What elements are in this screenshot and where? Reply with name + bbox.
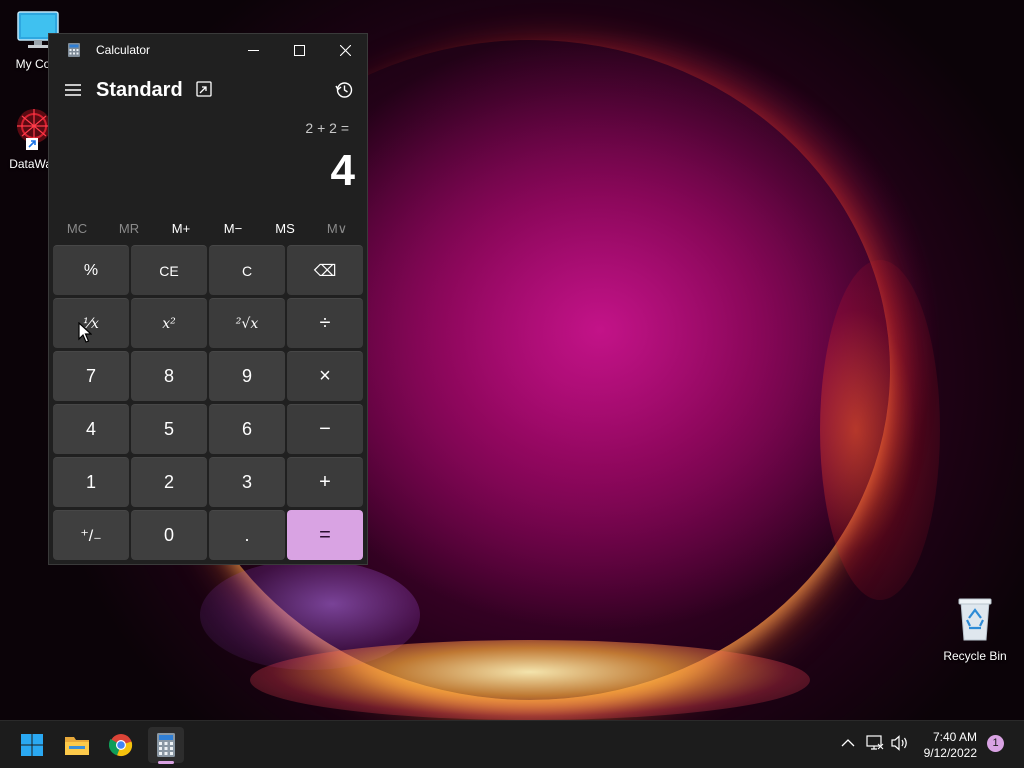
taskbar: 7:40 AM 9/12/2022 — [0, 720, 1024, 768]
negate-button[interactable]: ⁺/₋ — [53, 510, 129, 560]
digit-9-button[interactable]: 9 — [209, 351, 285, 401]
maximize-button[interactable] — [276, 34, 322, 66]
clear-button[interactable]: C — [209, 245, 285, 295]
wallpaper-glow-bottom — [250, 640, 810, 720]
title-bar[interactable]: Calculator — [49, 34, 367, 66]
add-button[interactable]: + — [287, 457, 363, 507]
memory-recall-button[interactable]: MR — [103, 221, 155, 236]
volume-icon[interactable] — [891, 735, 909, 751]
digit-5-button[interactable]: 5 — [131, 404, 207, 454]
close-button[interactable] — [322, 34, 368, 66]
square-button[interactable]: x² — [131, 298, 207, 348]
memory-row: MC MR M+ M− MS M∨ — [49, 217, 367, 241]
minimize-button[interactable] — [230, 34, 276, 66]
wallpaper-glow-right — [820, 260, 940, 600]
history-icon[interactable] — [334, 80, 354, 100]
close-icon — [339, 44, 351, 56]
memory-clear-button[interactable]: MC — [51, 221, 103, 236]
start-button[interactable] — [16, 729, 48, 761]
digit-6-button[interactable]: 6 — [209, 404, 285, 454]
window-title: Calculator — [96, 43, 151, 57]
calculator-app-icon — [68, 43, 80, 57]
expression-display: 2 + 2 = — [305, 120, 349, 136]
chrome-button[interactable] — [105, 729, 137, 761]
memory-store-button[interactable]: MS — [259, 221, 311, 236]
multiply-button[interactable]: × — [287, 351, 363, 401]
digit-0-button[interactable]: 0 — [131, 510, 207, 560]
calculator-icon — [157, 733, 175, 757]
network-icon[interactable] — [866, 735, 884, 751]
digit-3-button[interactable]: 3 — [209, 457, 285, 507]
equals-button[interactable]: = — [287, 510, 363, 560]
desktop-icon-recycle-bin[interactable]: Recycle Bin — [937, 596, 1013, 663]
windows-logo-icon — [21, 734, 43, 756]
square-root-button[interactable]: ²√x — [209, 298, 285, 348]
digit-8-button[interactable]: 8 — [131, 351, 207, 401]
decimal-button[interactable]: . — [209, 510, 285, 560]
result-display: 4 — [330, 146, 355, 195]
calculator-taskbar-button[interactable] — [148, 727, 184, 763]
clock-date: 9/12/2022 — [923, 746, 977, 760]
divide-button[interactable]: ÷ — [287, 298, 363, 348]
digit-7-button[interactable]: 7 — [53, 351, 129, 401]
digit-1-button[interactable]: 1 — [53, 457, 129, 507]
clock[interactable]: 7:40 AM 9/12/2022 — [924, 729, 977, 761]
memory-list-button[interactable]: M∨ — [311, 221, 363, 237]
calculator-header: Standard — [49, 74, 367, 114]
minimize-icon — [247, 49, 259, 51]
file-explorer-button[interactable] — [61, 729, 93, 761]
clock-time: 7:40 AM — [932, 730, 977, 744]
subtract-button[interactable]: − — [287, 404, 363, 454]
memory-subtract-button[interactable]: M− — [207, 221, 259, 236]
calculator-window[interactable]: Calculator Standard 2 + 2 = 4 MC MR M+ M… — [48, 33, 368, 565]
chrome-icon — [109, 734, 133, 757]
backspace-button[interactable]: ⌫ — [287, 245, 363, 295]
recycle-bin-icon — [958, 598, 992, 641]
mode-title: Standard — [96, 79, 183, 101]
keep-on-top-icon[interactable] — [195, 80, 213, 98]
maximize-icon — [293, 44, 305, 56]
notification-badge[interactable]: 1 — [987, 735, 1004, 752]
desktop-icon-label: Recycle Bin — [943, 649, 1007, 663]
mouse-cursor-icon — [78, 322, 92, 343]
show-hidden-icons-chevron-icon[interactable] — [841, 738, 855, 748]
active-app-indicator — [158, 761, 174, 764]
folder-icon — [65, 737, 89, 755]
hamburger-menu-icon[interactable] — [63, 78, 83, 102]
memory-add-button[interactable]: M+ — [155, 221, 207, 236]
digit-2-button[interactable]: 2 — [131, 457, 207, 507]
clear-entry-button[interactable]: CE — [131, 245, 207, 295]
percent-button[interactable]: % — [53, 245, 129, 295]
digit-4-button[interactable]: 4 — [53, 404, 129, 454]
